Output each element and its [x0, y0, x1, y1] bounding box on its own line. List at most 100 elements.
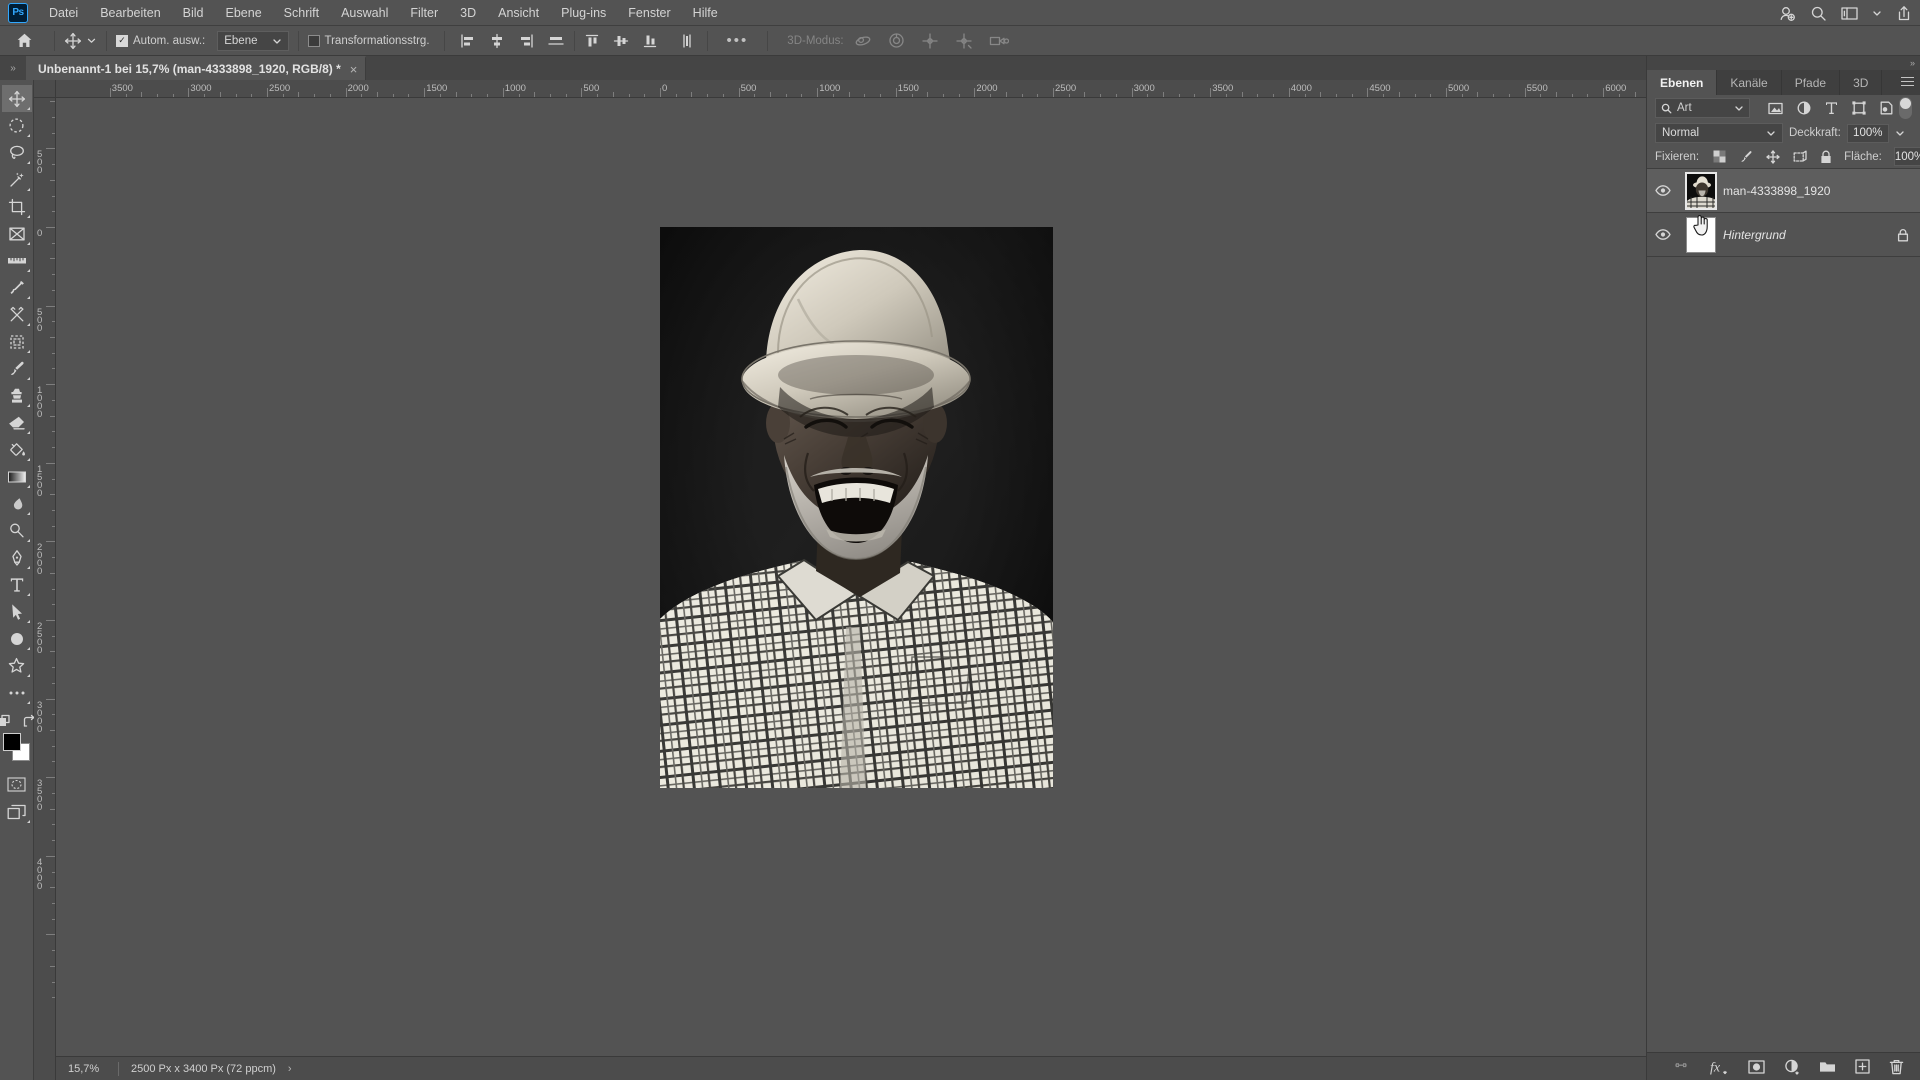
- menu-ebene[interactable]: Ebene: [215, 2, 273, 24]
- layer-name[interactable]: man-4333898_1920: [1723, 184, 1886, 198]
- layer-name[interactable]: Hintergrund: [1723, 228, 1886, 242]
- tool-pen[interactable]: [2, 544, 32, 571]
- status-expand-icon[interactable]: ›: [288, 1063, 292, 1075]
- layer-visibility-toggle[interactable]: [1647, 185, 1679, 196]
- tool-marquee[interactable]: [2, 112, 32, 139]
- tool-move[interactable]: [1, 85, 32, 112]
- vertical-ruler[interactable]: 10050005001000150020002500300035004000: [34, 98, 56, 1080]
- foreground-color-swatch[interactable]: [2, 733, 21, 751]
- chevron-down-icon[interactable]: [1895, 128, 1905, 138]
- layer-thumbnail-cell[interactable]: [1679, 216, 1723, 253]
- tool-brush[interactable]: [2, 355, 32, 382]
- delete-layer-icon[interactable]: [1889, 1059, 1904, 1075]
- chevron-down-icon[interactable]: [1766, 128, 1776, 138]
- menu-plugins[interactable]: Plug-ins: [550, 2, 617, 24]
- eye-icon[interactable]: [1655, 185, 1671, 196]
- eye-icon[interactable]: [1655, 229, 1671, 240]
- tool-crop[interactable]: [2, 193, 32, 220]
- new-group-icon[interactable]: [1819, 1060, 1836, 1074]
- link-layers-icon[interactable]: [1672, 1061, 1690, 1072]
- active-tool-preset[interactable]: [64, 32, 97, 50]
- screen-mode-toggle[interactable]: [2, 798, 32, 825]
- menu-schrift[interactable]: Schrift: [273, 2, 330, 24]
- menu-ansicht[interactable]: Ansicht: [487, 2, 550, 24]
- adjustment-filter-icon[interactable]: [1797, 101, 1811, 115]
- tool-healing-brush[interactable]: [2, 301, 32, 328]
- menu-datei[interactable]: Datei: [38, 2, 89, 24]
- tool-ellipse-shape[interactable]: [2, 625, 32, 652]
- chevron-down-icon[interactable]: [86, 35, 97, 46]
- layer-style-fx-icon[interactable]: fx: [1709, 1059, 1729, 1075]
- chevron-down-icon[interactable]: [1734, 103, 1744, 113]
- type-filter-icon[interactable]: [1825, 101, 1838, 115]
- align-bottom-icon[interactable]: [642, 33, 658, 49]
- add-mask-icon[interactable]: [1748, 1059, 1765, 1074]
- orbit-3d-icon[interactable]: [854, 33, 872, 49]
- slide-3d-icon[interactable]: [955, 32, 973, 50]
- checkbox-box[interactable]: ✓: [116, 34, 128, 47]
- tool-path-selection[interactable]: [2, 598, 32, 625]
- tool-gradient[interactable]: [2, 463, 32, 490]
- tool-lasso[interactable]: [2, 139, 32, 166]
- align-center-h-icon[interactable]: [489, 33, 505, 49]
- distribute-h-icon[interactable]: [547, 33, 565, 49]
- roll-3d-icon[interactable]: [888, 32, 905, 49]
- pan-3d-icon[interactable]: [921, 32, 939, 50]
- auto-select-scope-dropdown[interactable]: Ebene: [217, 30, 289, 51]
- tool-clone-stamp[interactable]: [2, 382, 32, 409]
- menu-bild[interactable]: Bild: [172, 2, 215, 24]
- close-icon[interactable]: ×: [350, 62, 358, 77]
- layer-filter-type-dropdown[interactable]: Art: [1655, 98, 1750, 118]
- panel-menu-icon[interactable]: [1894, 70, 1920, 95]
- menu-hilfe[interactable]: Hilfe: [682, 2, 729, 24]
- tool-custom-shape[interactable]: [2, 652, 32, 679]
- photoshop-logo[interactable]: Ps: [8, 2, 28, 23]
- tab-kanaele[interactable]: Kanäle: [1717, 70, 1782, 95]
- tool-paint-bucket[interactable]: [2, 436, 32, 463]
- share-icon[interactable]: [1896, 5, 1912, 22]
- tool-more[interactable]: [2, 679, 32, 706]
- tool-frame[interactable]: [2, 220, 32, 247]
- tool-type[interactable]: [2, 571, 32, 598]
- layer-row-hintergrund[interactable]: Hintergrund: [1647, 213, 1920, 257]
- new-layer-icon[interactable]: [1855, 1059, 1870, 1074]
- tab-3d[interactable]: 3D: [1840, 70, 1883, 95]
- layer-filter-toggle[interactable]: [1899, 97, 1912, 119]
- align-middle-v-icon[interactable]: [613, 33, 629, 49]
- horizontal-ruler[interactable]: 3500 3000 2500 2000 1500 1000 500 0 500 1000 1500 2…: [56, 80, 1646, 98]
- tool-patch[interactable]: [2, 328, 32, 355]
- adjustment-layer-icon[interactable]: [1784, 1059, 1800, 1075]
- blend-mode-dropdown[interactable]: Normal: [1655, 123, 1783, 143]
- layer-visibility-toggle[interactable]: [1647, 229, 1679, 240]
- menu-fenster[interactable]: Fenster: [617, 2, 681, 24]
- lock-all-icon[interactable]: [1820, 150, 1832, 164]
- lock-position-icon[interactable]: [1766, 149, 1780, 164]
- menu-filter[interactable]: Filter: [399, 2, 449, 24]
- pixel-filter-icon[interactable]: [1768, 102, 1783, 115]
- home-icon[interactable]: [16, 32, 33, 49]
- collapse-panel-icon[interactable]: »: [0, 56, 26, 80]
- chevron-down-icon[interactable]: [272, 36, 282, 46]
- auto-select-checkbox[interactable]: ✓ Autom. ausw.:: [116, 34, 205, 47]
- zoom-level[interactable]: 15,7%: [56, 1063, 112, 1075]
- document-tab[interactable]: Unbenannt-1 bei 15,7% (man-4333898_1920,…: [26, 56, 367, 80]
- align-top-icon[interactable]: [584, 33, 600, 49]
- ruler-corner[interactable]: [34, 80, 56, 98]
- tool-dodge[interactable]: [2, 517, 32, 544]
- tab-pfade[interactable]: Pfade: [1781, 70, 1841, 95]
- document-viewport[interactable]: [56, 98, 1646, 1056]
- lock-transparent-pixels-icon[interactable]: [1713, 150, 1726, 163]
- edit-toolbar-icon[interactable]: [0, 714, 14, 729]
- fill-value[interactable]: 100%: [1893, 147, 1920, 166]
- add-person-icon[interactable]: [1779, 5, 1796, 22]
- tool-eraser[interactable]: [2, 409, 32, 436]
- menu-auswahl[interactable]: Auswahl: [330, 2, 399, 24]
- opacity-value[interactable]: 100%: [1846, 123, 1889, 143]
- menu-3d[interactable]: 3D: [449, 2, 487, 24]
- layer-row-man[interactable]: man-4333898_1920: [1647, 169, 1920, 213]
- lock-artboard-nesting-icon[interactable]: [1793, 150, 1807, 164]
- camera-3d-icon[interactable]: [989, 34, 1009, 48]
- color-swatches[interactable]: [2, 733, 32, 763]
- checkbox-box[interactable]: [307, 34, 320, 47]
- transform-controls-checkbox[interactable]: Transformationsstrg.: [307, 34, 430, 47]
